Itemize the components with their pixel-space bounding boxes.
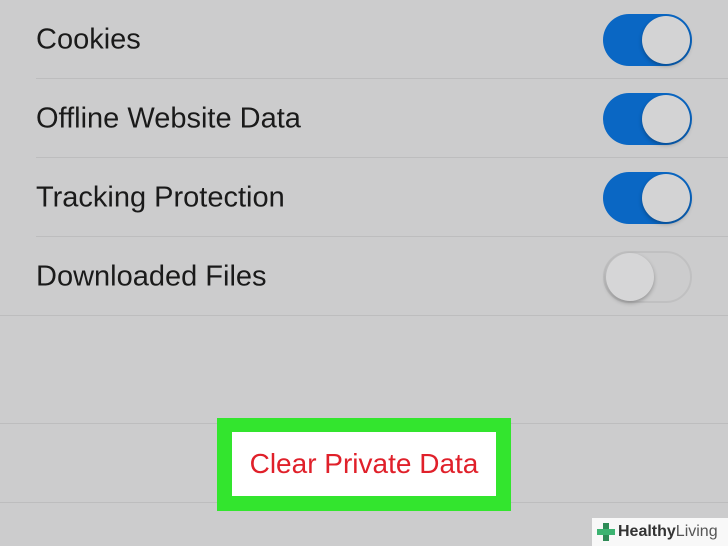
- setting-row-cookies: Cookies: [0, 0, 728, 79]
- toggle-knob: [642, 173, 690, 222]
- setting-label-offline-website-data: Offline Website Data: [36, 102, 301, 134]
- section-divider: [0, 315, 728, 316]
- toggle-knob: [642, 94, 690, 143]
- watermark-brand-light: Living: [675, 523, 718, 540]
- offline-website-data-toggle[interactable]: [603, 92, 692, 145]
- toggle-knob: [642, 15, 690, 64]
- tracking-protection-toggle[interactable]: [603, 171, 692, 224]
- toggle-knob: [606, 252, 654, 301]
- watermark: Healthy Living: [592, 518, 728, 546]
- cookies-toggle[interactable]: [603, 13, 692, 66]
- setting-row-tracking-protection: Tracking Protection: [0, 158, 728, 237]
- setting-label-tracking-protection: Tracking Protection: [36, 181, 285, 213]
- setting-row-offline-website-data: Offline Website Data: [0, 79, 728, 158]
- setting-row-downloaded-files: Downloaded Files: [0, 237, 728, 316]
- watermark-brand-bold: Healthy: [618, 523, 676, 540]
- clear-private-data-label: Clear Private Data: [249, 448, 479, 479]
- downloaded-files-toggle[interactable]: [603, 250, 692, 303]
- setting-label-cookies: Cookies: [36, 23, 141, 55]
- setting-label-downloaded-files: Downloaded Files: [36, 260, 267, 292]
- clear-private-data-button[interactable]: Clear Private Data: [232, 432, 496, 496]
- plus-cross-icon: [597, 523, 615, 541]
